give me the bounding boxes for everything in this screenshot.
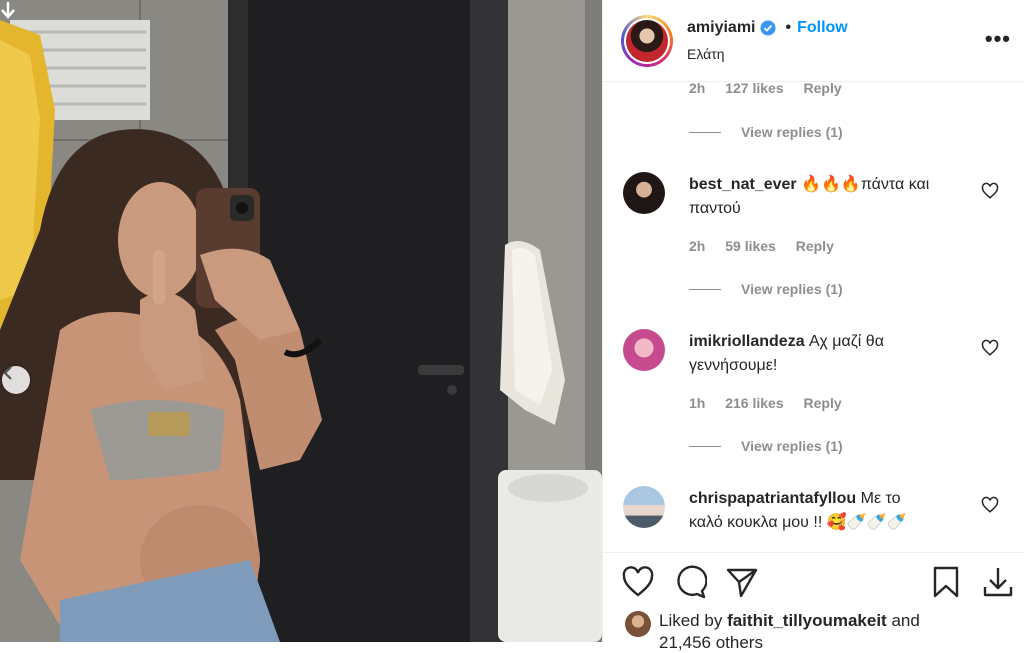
reply-button[interactable]: Reply <box>804 82 842 96</box>
comment-body-line1: Αχ μαζί θα <box>809 333 884 350</box>
comment-time: 2h <box>689 238 706 254</box>
view-replies-label: View replies (1) <box>741 281 843 297</box>
view-replies-label: View replies (1) <box>741 438 843 454</box>
comment-likes[interactable]: 127 likes <box>725 82 783 96</box>
follow-button[interactable]: Follow <box>797 19 848 37</box>
commenter-username[interactable]: imikriollandeza <box>689 333 805 350</box>
replies-divider-line <box>689 445 721 447</box>
comment-body-line2: γεννήσουμε! <box>689 357 778 374</box>
comment-body-line1: 🔥🔥🔥πάντα και <box>801 176 930 193</box>
comment-like-heart-icon[interactable] <box>981 182 999 200</box>
comment-time: 1h <box>689 395 706 411</box>
download-arrow-icon <box>1 2 15 19</box>
view-replies-label: View replies (1) <box>741 124 843 140</box>
comment-body-line2: παντού <box>689 200 741 217</box>
post-side-panel: amiyiami • Follow Ελάτη ••• 2h 127 likes… <box>602 0 1024 652</box>
download-icon[interactable] <box>981 565 1015 599</box>
carousel-previous-button[interactable] <box>2 366 30 394</box>
comment-likes[interactable]: 216 likes <box>725 395 783 411</box>
commenter-avatar[interactable] <box>623 329 665 371</box>
photo-illustration <box>0 0 602 642</box>
heart-icon[interactable] <box>621 565 655 599</box>
verified-badge-icon <box>760 20 776 36</box>
comment-like-heart-icon[interactable] <box>981 339 999 357</box>
replies-divider-line <box>689 288 721 290</box>
comment-body-line2: καλό κουκλα μου !! 🥰🍼🍼🍼 <box>689 514 907 531</box>
post-photo <box>0 0 602 642</box>
comment-meta: 2h 59 likes Reply <box>689 238 850 254</box>
bookmark-icon[interactable] <box>929 565 963 599</box>
comment-likes[interactable]: 59 likes <box>725 238 776 254</box>
post-header: amiyiami • Follow Ελάτη ••• <box>603 0 1024 82</box>
comment-text: best_nat_ever 🔥🔥🔥πάντα και παντού <box>689 173 971 221</box>
comment-text: imikriollandeza Αχ μαζί θα γεννήσουμε! <box>689 330 971 378</box>
liked-by-suffix: and <box>891 611 920 630</box>
comments-list: 2h 127 likes Reply View replies (1) best… <box>603 82 1024 552</box>
comment-like-heart-icon[interactable] <box>981 496 999 514</box>
author-username[interactable]: amiyiami <box>687 19 755 37</box>
reply-button[interactable]: Reply <box>796 238 834 254</box>
post-location[interactable]: Ελάτη <box>687 46 725 62</box>
commenter-avatar[interactable] <box>623 172 665 214</box>
commenter-avatar[interactable] <box>623 486 665 528</box>
post-actions-bar: Liked by faithit_tillyoumakeit and 21,45… <box>603 552 1024 652</box>
chevron-left-icon <box>3 366 12 380</box>
author-avatar[interactable] <box>621 15 673 67</box>
liked-by-username[interactable]: faithit_tillyoumakeit <box>727 611 887 630</box>
liked-by-prefix: Liked by <box>659 611 723 630</box>
comment-body-line1: Με το <box>860 490 901 507</box>
comment-meta: 1h 216 likes Reply <box>689 395 858 411</box>
author-row: amiyiami • Follow <box>687 19 848 37</box>
liked-by-text: Liked by faithit_tillyoumakeit and <box>659 611 920 631</box>
view-replies-button[interactable]: View replies (1) <box>689 281 843 297</box>
replies-divider-line <box>689 131 721 133</box>
comment-text: chrispapatriantafyllou Με το καλό κουκλα… <box>689 487 971 535</box>
reply-button[interactable]: Reply <box>804 395 842 411</box>
liked-by-avatar[interactable] <box>625 611 651 637</box>
comment-meta: 2h 127 likes Reply <box>689 82 858 96</box>
commenter-username[interactable]: best_nat_ever <box>689 176 797 193</box>
commenter-username[interactable]: chrispapatriantafyllou <box>689 490 856 507</box>
send-icon[interactable] <box>725 565 759 599</box>
comment-time: 2h <box>689 82 706 96</box>
separator-dot: • <box>785 19 792 36</box>
comment-icon[interactable] <box>673 565 707 599</box>
likes-count[interactable]: 21,456 others <box>659 633 763 653</box>
more-options-icon[interactable]: ••• <box>985 28 1011 50</box>
view-replies-button[interactable]: View replies (1) <box>689 438 843 454</box>
view-replies-button[interactable]: View replies (1) <box>689 124 843 140</box>
